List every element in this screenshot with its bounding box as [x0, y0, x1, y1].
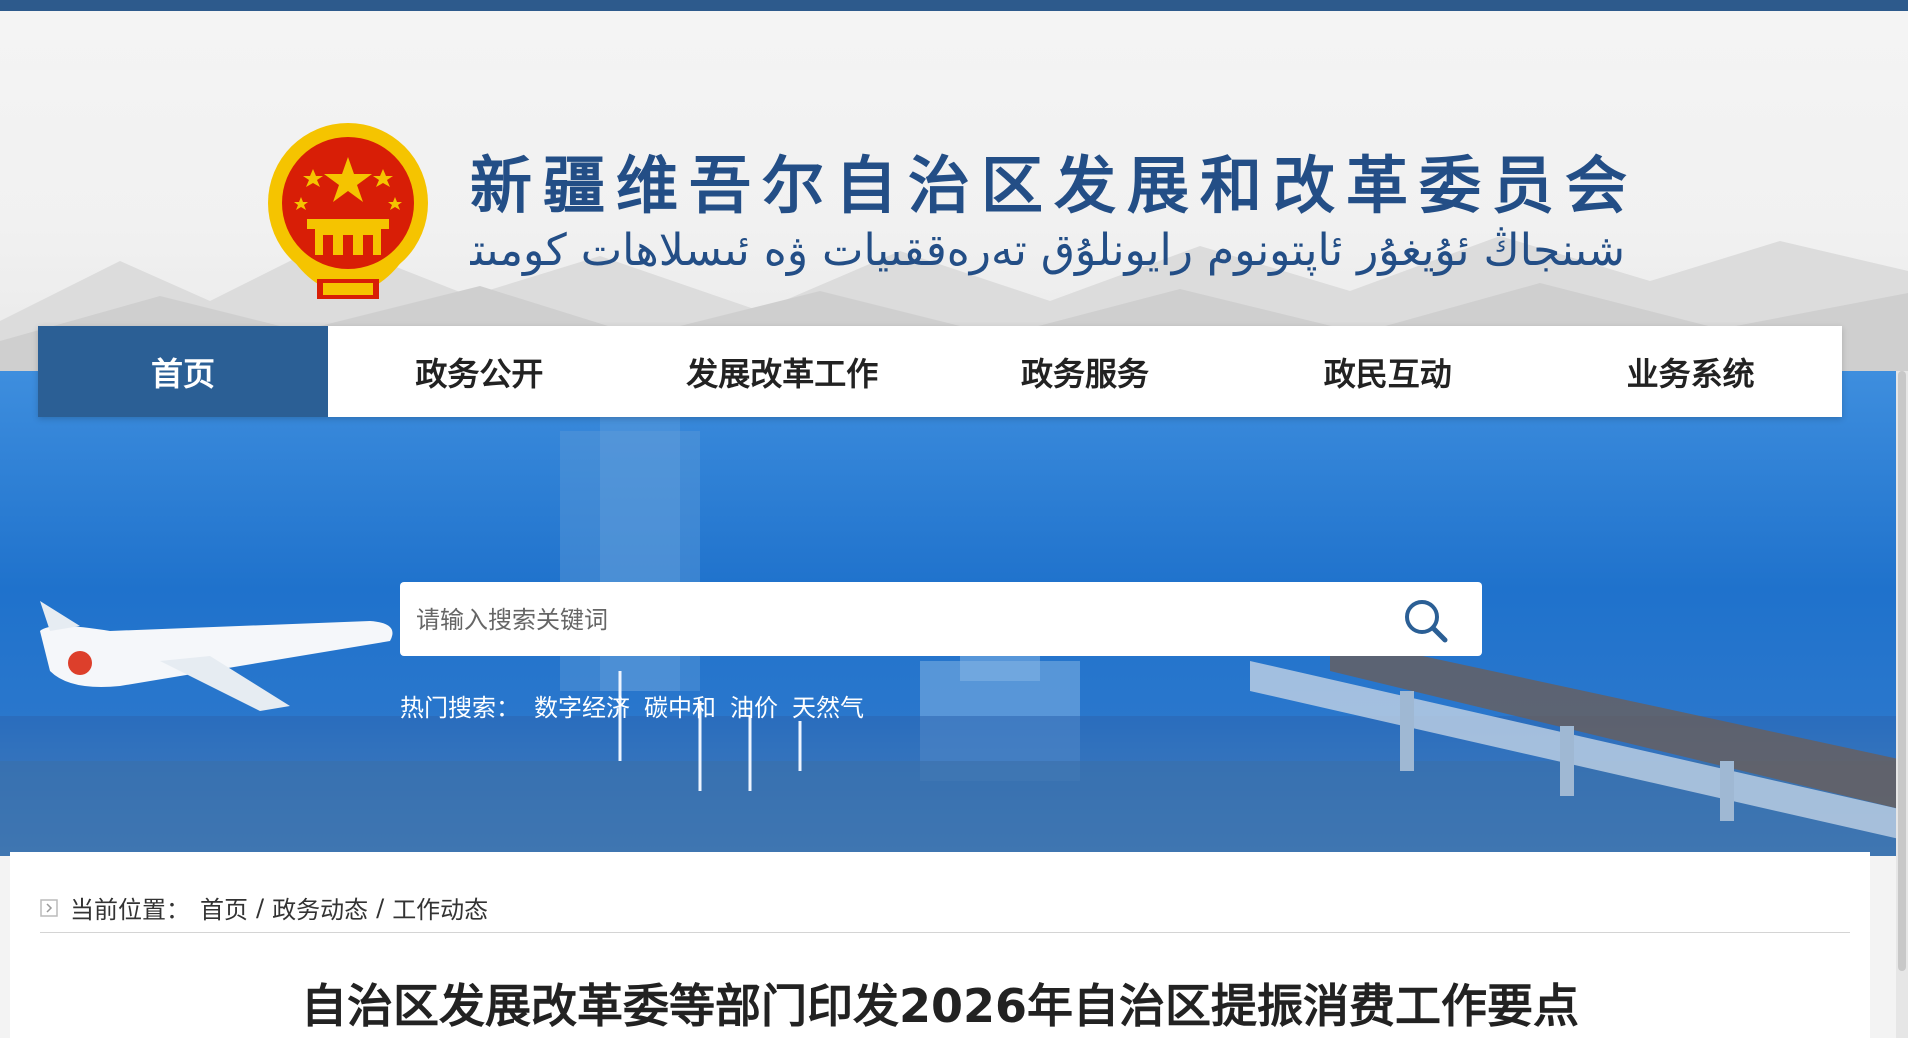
article-title: 自治区发展改革委等部门印发2026年自治区提振消费工作要点: [300, 979, 1580, 1033]
breadcrumb-work-news[interactable]: 工作动态: [392, 890, 488, 925]
breadcrumb-separator: /: [376, 893, 385, 922]
breadcrumb-label: 当前位置：: [70, 896, 190, 924]
breadcrumb-arrow-icon: [40, 898, 58, 917]
hot-search-term[interactable]: 油价: [730, 688, 778, 723]
search-input[interactable]: [414, 582, 1378, 658]
nav-home[interactable]: 首页: [38, 326, 328, 417]
nav-government-affairs[interactable]: 政务公开: [328, 326, 631, 417]
hot-search-term[interactable]: 天然气: [792, 688, 864, 723]
page-scrollbar[interactable]: [1896, 371, 1908, 1038]
nav-business-systems[interactable]: 业务系统: [1539, 326, 1842, 417]
nav-public-interaction[interactable]: 政民互动: [1236, 326, 1539, 417]
main-nav: 首页 政务公开 发展改革工作 政务服务 政民互动 业务系统: [38, 326, 1842, 417]
content-panel: 当前位置： 首页 / 政务动态 / 工作动态 自治区发展改革委等部门印发2026…: [10, 852, 1870, 1038]
divider: [40, 932, 1850, 933]
breadcrumb: 当前位置： 首页 / 政务动态 / 工作动态: [40, 890, 488, 925]
site-subtitle-uyghur: شىنجاڭ ئۇيغۇر ئاپتونوم رايونلۇق تەرەققىي…: [470, 225, 1625, 276]
site-title: 新疆维吾尔自治区发展和改革委员会: [470, 149, 1639, 222]
search-icon[interactable]: [1402, 597, 1448, 643]
nav-government-services[interactable]: 政务服务: [934, 326, 1237, 417]
site-header: 新疆维吾尔自治区发展和改革委员会 شىنجاڭ ئۇيغۇر ئاپتونوم …: [0, 11, 1908, 371]
top-strip: [0, 0, 1908, 11]
hot-search: 热门搜索： 数字经济 碳中和 油价 天然气: [400, 688, 864, 723]
national-emblem: [268, 123, 428, 299]
hot-search-label: 热门搜索：: [400, 694, 520, 722]
nav-development-reform-work[interactable]: 发展改革工作: [631, 326, 934, 417]
search-box: [400, 582, 1482, 658]
breadcrumb-government-news[interactable]: 政务动态: [272, 890, 368, 925]
hot-search-term[interactable]: 碳中和: [644, 688, 716, 723]
breadcrumb-separator: /: [256, 893, 265, 922]
breadcrumb-home[interactable]: 首页: [200, 890, 248, 925]
scrollbar-thumb[interactable]: [1898, 371, 1906, 971]
hot-search-term[interactable]: 数字经济: [534, 688, 630, 723]
